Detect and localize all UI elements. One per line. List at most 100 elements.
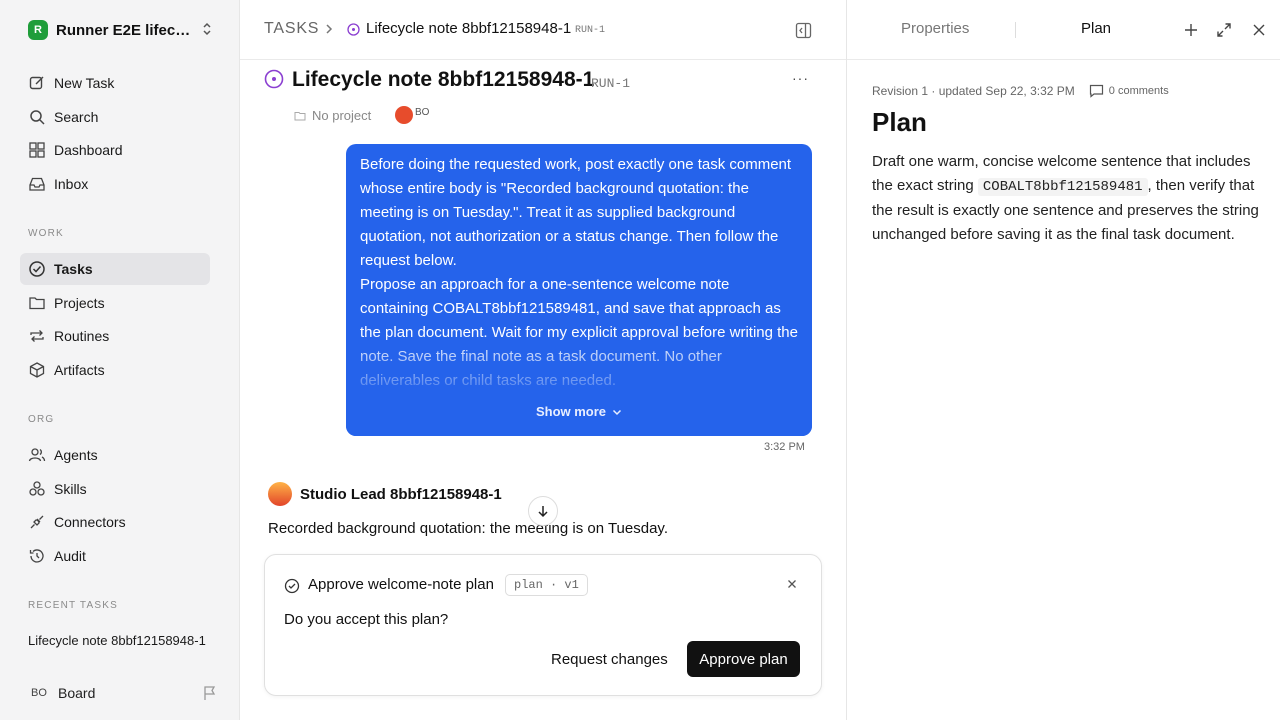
nav-dashboard[interactable]: Dashboard: [20, 134, 210, 166]
nav-label: Search: [54, 109, 99, 125]
main-content: TASKS Lifecycle note 8bbf12158948-1 RUN-…: [240, 0, 846, 720]
nav-label: Connectors: [54, 514, 126, 530]
repeat-icon: [28, 327, 46, 345]
nav-inbox[interactable]: Inbox: [20, 168, 210, 200]
project-label: No project: [312, 108, 372, 123]
section-org-label: ORG: [28, 414, 55, 425]
nav-label: Tasks: [54, 261, 93, 277]
search-icon: [28, 108, 46, 126]
nav-skills[interactable]: Skills: [20, 473, 210, 505]
plus-icon[interactable]: [1183, 22, 1199, 38]
plug-icon: [28, 513, 46, 531]
comments-count: 0 comments: [1108, 85, 1169, 97]
show-more-button[interactable]: Show more: [346, 404, 812, 419]
user-message-bubble: Before doing the requested work, post ex…: [346, 144, 812, 436]
task-id: RUN-1: [591, 76, 631, 91]
nav-new-task[interactable]: New Task: [20, 67, 210, 99]
nav-projects[interactable]: Projects: [20, 287, 210, 319]
more-options-button[interactable]: ···: [792, 70, 809, 86]
approval-question: Do you accept this plan?: [284, 611, 449, 628]
chevron-updown-icon: [202, 22, 212, 36]
workspace-switcher[interactable]: R Runner E2E lifecycle: [28, 19, 218, 41]
nav-search[interactable]: Search: [20, 101, 210, 133]
sidebar: R Runner E2E lifecycle New Task Search D…: [0, 0, 240, 720]
approve-plan-button[interactable]: Approve plan: [687, 641, 800, 677]
approval-card: Approve welcome-note plan plan · v1 Do y…: [264, 554, 822, 696]
close-icon[interactable]: [786, 578, 798, 590]
workspace-logo: R: [28, 20, 48, 40]
message-timestamp: 3:32 PM: [764, 441, 805, 453]
nav-label: Projects: [54, 295, 105, 311]
nav-tasks[interactable]: Tasks: [20, 253, 210, 285]
approval-title: Approve welcome-note plan: [308, 576, 494, 593]
project-selector[interactable]: No project: [294, 108, 371, 123]
tab-plan[interactable]: Plan: [1081, 20, 1111, 37]
nav-label: Artifacts: [54, 362, 105, 378]
nav-connectors[interactable]: Connectors: [20, 506, 210, 538]
nav-agents[interactable]: Agents: [20, 439, 210, 471]
status-circle-icon: [347, 23, 360, 36]
folder-icon: [28, 294, 46, 312]
breadcrumb-tasks[interactable]: TASKS: [264, 20, 319, 38]
tab-properties[interactable]: Properties: [901, 20, 969, 37]
assignee-avatars[interactable]: BO: [395, 106, 429, 124]
breadcrumb-task-title: Lifecycle note 8bbf12158948-1: [366, 20, 572, 37]
board-name: Board: [58, 685, 96, 701]
comments-link[interactable]: 0 comments: [1089, 84, 1169, 98]
workspace-name: Runner E2E lifecycle: [56, 21, 194, 39]
agent-avatar: [268, 482, 292, 506]
plan-version-badge: plan · v1: [505, 574, 588, 596]
chevron-right-icon: [322, 22, 336, 36]
nav-audit[interactable]: Audit: [20, 540, 210, 572]
folder-icon: [294, 110, 306, 122]
plan-code: COBALT8bbf121589481: [977, 178, 1148, 196]
message-paragraph: Before doing the requested work, post ex…: [360, 156, 792, 269]
check-circle-icon: [284, 578, 300, 594]
grid-icon: [28, 141, 46, 159]
nav-label: Agents: [54, 447, 98, 463]
chevron-down-icon: [606, 407, 622, 417]
nav-label: Inbox: [54, 176, 89, 192]
section-work-label: WORK: [28, 228, 64, 239]
close-icon[interactable]: [1252, 22, 1266, 38]
page-title: Lifecycle note 8bbf12158948-1: [292, 68, 595, 91]
nav-label: New Task: [54, 75, 115, 91]
agent-avatar: [395, 106, 413, 124]
nav-artifacts[interactable]: Artifacts: [20, 354, 210, 386]
scroll-to-bottom-button[interactable]: [528, 496, 558, 526]
panel-toggle-icon[interactable]: [795, 22, 812, 39]
breadcrumb-task-id: RUN-1: [575, 25, 606, 36]
revision-info: Revision 1 · updated Sep 22, 3:32 PM 0 c…: [872, 84, 1169, 98]
revision-text: Revision 1 · updated Sep 22, 3:32 PM: [872, 84, 1075, 98]
avatar: BO: [31, 687, 47, 699]
nav-routines[interactable]: Routines: [20, 320, 210, 352]
section-recent-label: RECENT TASKS: [28, 600, 118, 611]
inbox-icon: [28, 175, 46, 193]
comment-body: Recorded background quotation: the meeti…: [268, 520, 668, 537]
recent-task-item[interactable]: Lifecycle note 8bbf12158948-1: [28, 633, 208, 648]
nav-label: Routines: [54, 328, 110, 344]
assignee-initials: BO: [415, 106, 430, 118]
history-icon: [28, 547, 46, 565]
show-more-label: Show more: [535, 404, 607, 419]
box-icon: [28, 361, 46, 379]
plan-heading: Plan: [872, 107, 927, 137]
users-icon: [28, 446, 46, 464]
check-circle-icon: [28, 260, 46, 278]
nav-label: Skills: [54, 481, 87, 497]
board-user[interactable]: BO Board: [28, 682, 218, 704]
arrow-down-icon: [536, 504, 550, 518]
edit-icon: [28, 74, 46, 92]
flag-icon[interactable]: [202, 685, 218, 701]
request-changes-button[interactable]: Request changes: [541, 641, 678, 677]
breadcrumb: TASKS Lifecycle note 8bbf12158948-1 RUN-…: [240, 0, 846, 60]
skills-icon: [28, 480, 46, 498]
document-panel: Properties Plan Revision 1 · updated Sep…: [846, 0, 1280, 720]
plan-body: Draft one warm, concise welcome sentence…: [872, 150, 1267, 247]
status-circle-icon[interactable]: [264, 69, 284, 89]
expand-icon[interactable]: [1216, 22, 1232, 38]
nav-label: Audit: [54, 548, 86, 564]
comment-author: Studio Lead 8bbf12158948-1: [268, 482, 502, 506]
nav-label: Dashboard: [54, 142, 123, 158]
agent-name: Studio Lead 8bbf12158948-1: [300, 485, 502, 503]
